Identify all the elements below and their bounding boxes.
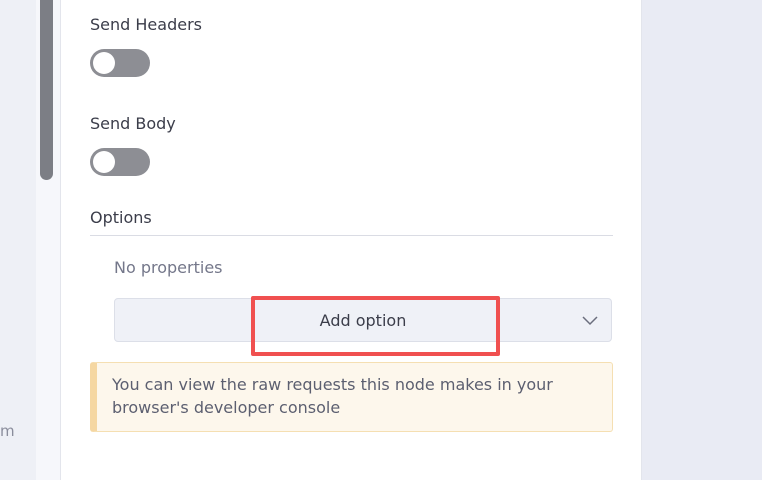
add-option-label: Add option [319,311,407,330]
node-parameters-panel: Send Headers Send Body Options No proper… [60,0,642,480]
notice-text: You can view the raw requests this node … [112,375,553,417]
send-body-toggle[interactable] [90,148,150,176]
add-option-dropdown[interactable]: Add option [114,298,612,342]
info-notice: You can view the raw requests this node … [90,362,613,432]
send-headers-toggle[interactable] [90,49,150,77]
chevron-down-icon [582,316,598,326]
toggle-knob [93,52,115,74]
options-section-title: Options [90,208,152,227]
left-panel-text-fragment: m [0,422,15,440]
send-body-label: Send Body [90,114,176,133]
no-properties-text: No properties [114,258,223,277]
left-panel: m [0,0,36,480]
options-divider [90,235,613,236]
toggle-knob [93,151,115,173]
scrollbar-thumb[interactable] [40,0,53,180]
send-headers-label: Send Headers [90,15,202,34]
